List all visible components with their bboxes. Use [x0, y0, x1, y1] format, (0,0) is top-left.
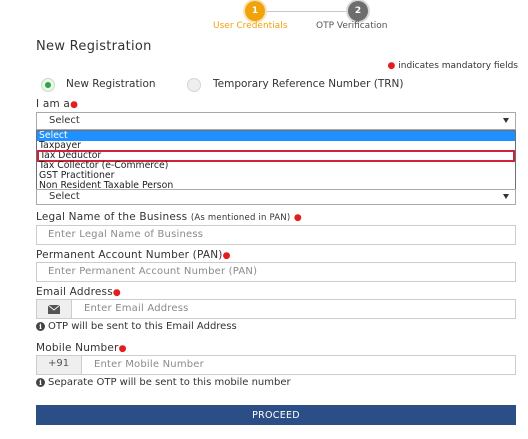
stepper-connector — [254, 11, 358, 12]
required-asterisk-icon: ● — [118, 344, 127, 354]
legal-name-note: (As mentioned in PAN) — [190, 213, 291, 223]
radio-trn-label[interactable]: Temporary Reference Number (TRN) — [213, 78, 404, 90]
radio-new-registration[interactable] — [41, 78, 55, 92]
mobile-label-text: Mobile Number — [36, 342, 119, 354]
email-label: Email Address● — [36, 286, 121, 298]
email-hint-text: OTP will be sent to this Email Address — [48, 321, 237, 332]
i-am-a-label: I am a● — [36, 98, 78, 110]
i-am-a-dropdown-list: Select Taxpayer Tax Deductor Tax Collect… — [36, 130, 516, 192]
mobile-hint: i Separate OTP will be sent to this mobil… — [36, 377, 291, 388]
email-label-text: Email Address — [36, 286, 113, 298]
radio-new-registration-label[interactable]: New Registration — [66, 78, 156, 90]
mobile-hint-text: Separate OTP will be sent to this mobile… — [48, 377, 291, 388]
required-asterisk-icon: ● — [387, 61, 396, 71]
registration-stepper: 1 User Credentials 2 OTP Verification — [0, 0, 528, 34]
mobile-input[interactable]: +91 Enter Mobile Number — [36, 355, 516, 375]
legal-name-placeholder: Enter Legal Name of Business — [48, 229, 204, 240]
mandatory-note-text: indicates mandatory fields — [398, 61, 518, 71]
info-icon: i — [36, 322, 45, 331]
required-asterisk-icon: ● — [70, 100, 79, 110]
mobile-label: Mobile Number● — [36, 342, 127, 354]
email-input[interactable]: Enter Email Address — [36, 299, 516, 319]
pan-label: Permanent Account Number (PAN)● — [36, 249, 231, 261]
step-1-circle: 1 — [245, 1, 265, 21]
step-2-circle: 2 — [348, 1, 368, 21]
step-1-label: User Credentials — [213, 21, 288, 31]
required-asterisk-icon: ● — [293, 213, 302, 223]
radio-trn[interactable] — [187, 78, 201, 92]
country-code-addon: +91 — [37, 356, 82, 374]
i-am-a-label-text: I am a — [36, 98, 71, 110]
mandatory-note: ● indicates mandatory fields — [388, 61, 518, 71]
mobile-placeholder: Enter Mobile Number — [94, 359, 204, 370]
page-title: New Registration — [36, 39, 152, 54]
legal-name-label: Legal Name of the Business (As mentioned… — [36, 211, 302, 223]
i-am-a-select[interactable]: Select — [36, 112, 516, 130]
email-hint: i OTP will be sent to this Email Address — [36, 321, 237, 332]
legal-name-input[interactable]: Enter Legal Name of Business — [36, 225, 516, 245]
legal-name-label-text: Legal Name of the Business — [36, 211, 188, 223]
chevron-down-icon — [503, 118, 509, 123]
email-placeholder: Enter Email Address — [84, 303, 189, 314]
email-addon — [37, 300, 72, 318]
i-am-a-selected-value: Select — [49, 115, 80, 126]
required-asterisk-icon: ● — [112, 288, 121, 298]
chevron-down-icon — [503, 194, 509, 199]
pan-placeholder: Enter Permanent Account Number (PAN) — [48, 266, 258, 277]
pan-label-text: Permanent Account Number (PAN) — [36, 249, 223, 261]
secondary-select[interactable]: Select — [36, 189, 516, 205]
info-icon: i — [36, 378, 45, 387]
dropdown-option-taxpayer[interactable]: Taxpayer — [37, 141, 515, 151]
dropdown-option-select[interactable]: Select — [37, 131, 515, 141]
pan-input[interactable]: Enter Permanent Account Number (PAN) — [36, 262, 516, 282]
proceed-button[interactable]: PROCEED — [36, 405, 516, 425]
required-asterisk-icon: ● — [222, 251, 231, 261]
country-code: +91 — [48, 358, 70, 369]
step-2-label: OTP Verification — [316, 21, 388, 31]
secondary-select-value: Select — [49, 191, 80, 202]
envelope-icon — [48, 305, 60, 314]
